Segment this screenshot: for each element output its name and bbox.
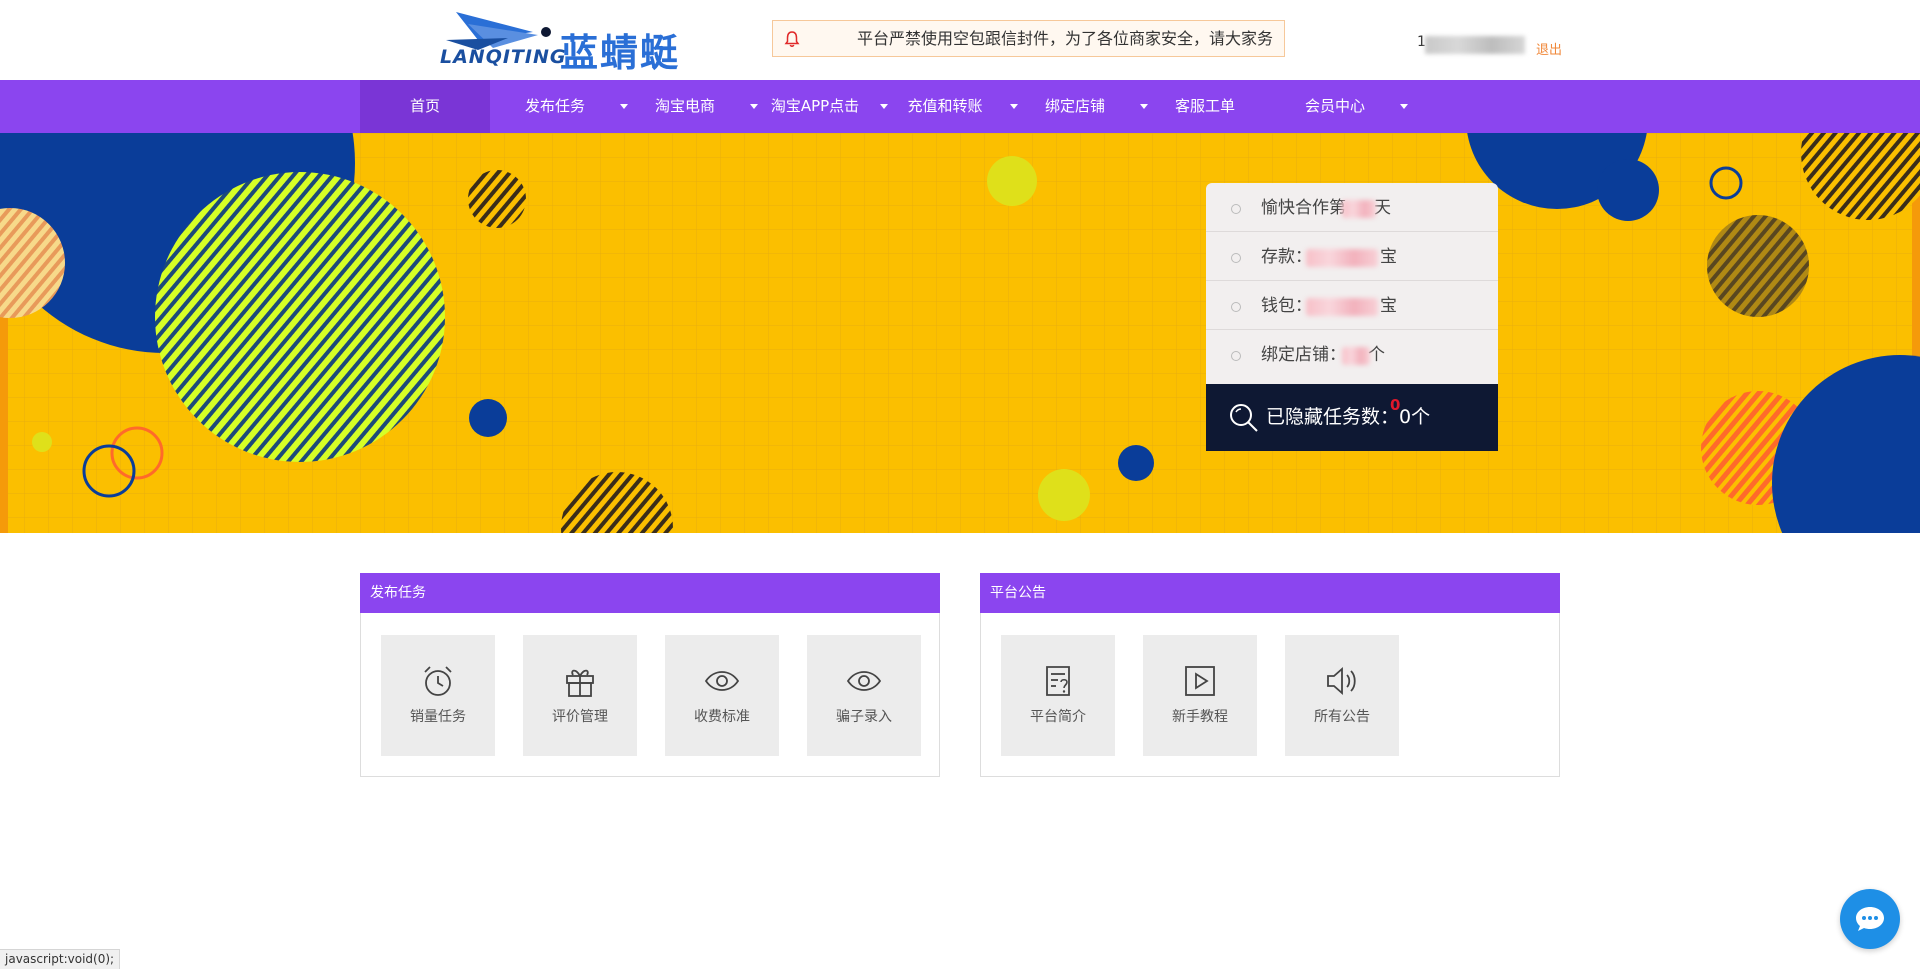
stats-label: 愉快合作第 (1261, 198, 1346, 218)
nav-item-label: 淘宝电商 (654, 97, 715, 115)
hidden-tasks-label: 已隐藏任务数： (1266, 406, 1400, 428)
panel-title: 发布任务 (360, 573, 940, 613)
stats-unit: 天 (1374, 198, 1391, 218)
nav-item-label: 发布任务 (524, 97, 585, 115)
bullet-dot-icon (1231, 253, 1241, 263)
nav-item-taobao-app-click[interactable]: 淘宝APP点击 (750, 80, 888, 133)
play-icon (1185, 666, 1215, 696)
search-icon (1230, 404, 1258, 432)
nav-item-member-center[interactable]: 会员中心 (1270, 80, 1408, 133)
nav-item-publish-task[interactable]: 发布任务 (490, 80, 628, 133)
nav-item-home[interactable]: 首页 (360, 80, 490, 133)
speaker-icon (1327, 667, 1356, 695)
stats-unit: 宝 (1380, 296, 1397, 316)
tile-label: 平台简介 (1030, 709, 1086, 725)
hidden-tasks-value: 0个 (1399, 406, 1431, 428)
tile-sales-task[interactable]: 销量任务 (381, 635, 495, 756)
bullet-dot-icon (1231, 302, 1241, 312)
stats-list: 愉快合作第 天 存款： 宝 钱包： 宝 绑定店铺： 个 (1206, 183, 1498, 384)
user-name-redaction (1425, 36, 1525, 54)
nav-item-label: 客服工单 (1174, 97, 1235, 115)
nav-item-label: 淘宝APP点击 (770, 97, 860, 115)
stats-row-bound-shops: 绑定店铺： 个 (1206, 330, 1498, 379)
tile-platform-intro[interactable]: 平台简介 (1001, 635, 1115, 756)
value-redaction (1342, 347, 1370, 365)
tile-label: 骗子录入 (836, 709, 892, 725)
chat-bubble-icon (1856, 907, 1884, 931)
nav-item-label: 会员中心 (1304, 97, 1365, 115)
tile-label: 新手教程 (1172, 709, 1228, 725)
gift-icon (566, 669, 594, 697)
account-stats-card: 愉快合作第 天 存款： 宝 钱包： 宝 绑定店铺： 个 已隐藏任务数：0个 0 (1206, 183, 1498, 451)
nav-item-support-ticket[interactable]: 客服工单 (1140, 80, 1270, 133)
tile-label: 所有公告 (1314, 709, 1370, 725)
nav-item-recharge-transfer[interactable]: 充值和转账 (880, 80, 1018, 133)
alarm-clock-icon (424, 666, 452, 696)
hidden-tasks-badge: 0 (1390, 396, 1401, 414)
panel-title: 平台公告 (980, 573, 1560, 613)
browser-status-bar: javascript:void(0); (0, 949, 121, 969)
main-nav: 首页 发布任务 淘宝电商 淘宝APP点击 充值和转账 绑定店铺 客服工单 会员中… (0, 80, 1920, 133)
tile-label: 收费标准 (694, 709, 750, 725)
stats-row-deposit: 存款： 宝 (1206, 232, 1498, 281)
stats-row-wallet: 钱包： 宝 (1206, 281, 1498, 330)
header: LANQITING 蓝蜻蜓 平台严禁使用空包跟信封件，为了各位商家安全，请大家务… (0, 0, 1920, 80)
hidden-tasks-bar[interactable]: 已隐藏任务数：0个 0 (1206, 384, 1498, 451)
tile-label: 销量任务 (410, 709, 466, 725)
nav-item-label: 绑定店铺 (1044, 97, 1105, 115)
tile-scammer-entry[interactable]: 骗子录入 (807, 635, 921, 756)
value-redaction (1306, 249, 1378, 267)
caret-down-icon (1400, 104, 1408, 109)
stats-row-cooperation-days: 愉快合作第 天 (1206, 183, 1498, 232)
notice-text: 平台严禁使用空包跟信封件，为了各位商家安全，请大家务 (857, 29, 1274, 48)
chat-support-button[interactable] (1840, 889, 1900, 949)
nav-item-taobao-ecommerce[interactable]: 淘宝电商 (620, 80, 758, 133)
stats-label: 存款： (1261, 247, 1312, 267)
logo-latin-text: LANQITING (440, 46, 567, 68)
stats-label: 绑定店铺： (1261, 345, 1346, 365)
bullet-dot-icon (1231, 204, 1241, 214)
eye-icon (704, 671, 740, 691)
tile-fee-standard[interactable]: 收费标准 (665, 635, 779, 756)
notice-marquee: 平台严禁使用空包跟信封件，为了各位商家安全，请大家务 (772, 20, 1285, 57)
tile-beginner-tutorial[interactable]: 新手教程 (1143, 635, 1257, 756)
site-logo[interactable]: LANQITING 蓝蜻蜓 (438, 10, 688, 75)
banner-artwork (0, 133, 1920, 533)
document-question-icon (1046, 666, 1070, 696)
publish-task-panel: 发布任务 销量任务 评价管理 收费标准 骗子录入 (360, 573, 940, 777)
nav-item-label: 首页 (409, 97, 440, 115)
stats-unit: 个 (1368, 345, 1385, 365)
bullet-dot-icon (1231, 351, 1241, 361)
tile-label: 评价管理 (552, 709, 608, 725)
bell-icon (784, 31, 800, 47)
eye-icon (846, 671, 882, 691)
nav-item-bind-shop[interactable]: 绑定店铺 (1010, 80, 1148, 133)
stats-unit: 宝 (1380, 247, 1397, 267)
logout-link[interactable]: 退出 (1536, 39, 1562, 58)
hero-banner: 愉快合作第 天 存款： 宝 钱包： 宝 绑定店铺： 个 已隐藏任务数：0个 0 (0, 133, 1920, 533)
stats-label: 钱包： (1261, 296, 1312, 316)
value-redaction (1306, 298, 1378, 316)
value-redaction (1342, 200, 1376, 218)
nav-item-label: 充值和转账 (907, 97, 983, 115)
logo-chinese-text: 蓝蜻蜓 (560, 31, 681, 75)
tile-review-management[interactable]: 评价管理 (523, 635, 637, 756)
platform-notice-panel: 平台公告 平台简介 新手教程 所有公告 (980, 573, 1560, 777)
tile-all-notices[interactable]: 所有公告 (1285, 635, 1399, 756)
